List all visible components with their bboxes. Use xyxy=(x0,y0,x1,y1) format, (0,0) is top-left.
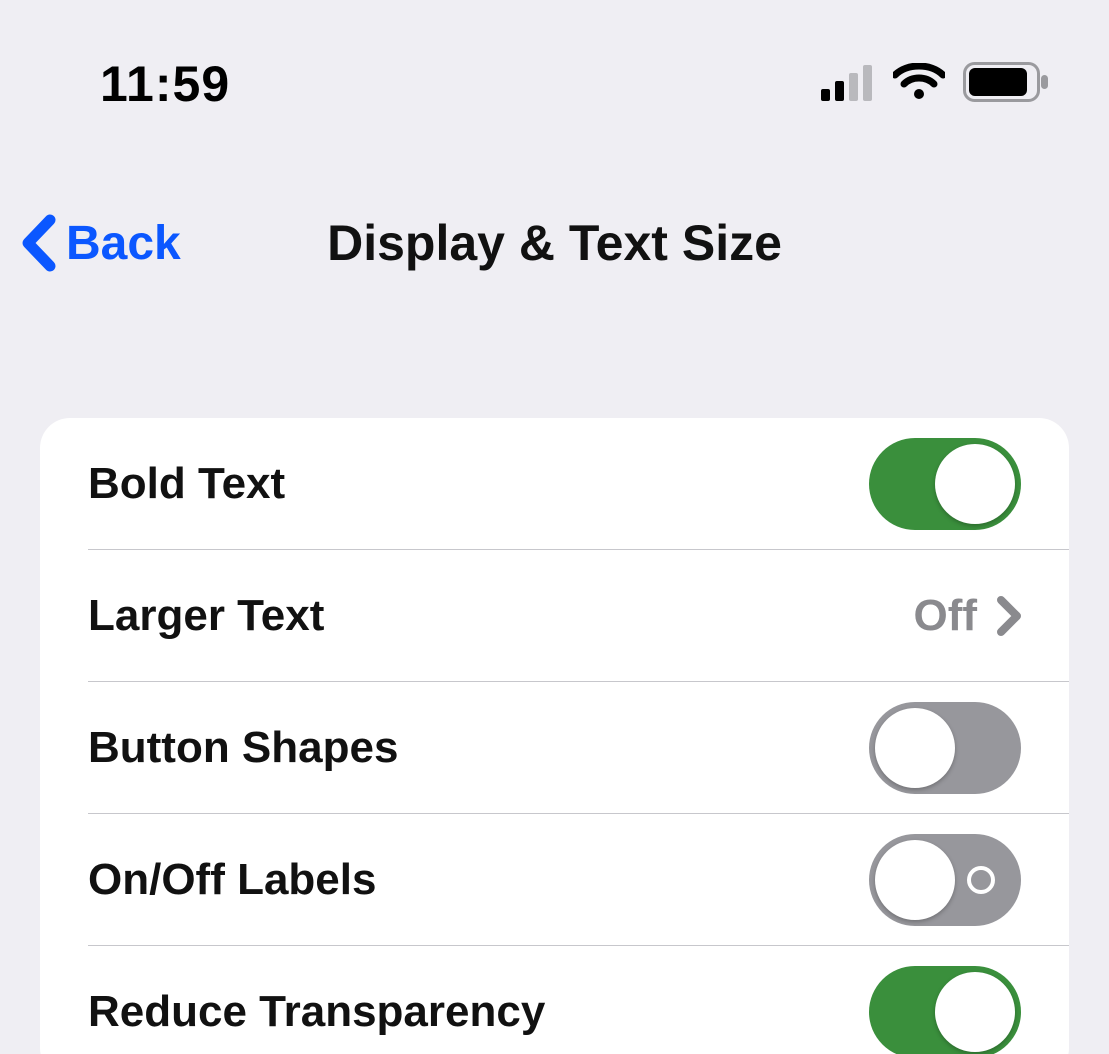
chevron-right-icon xyxy=(997,596,1021,636)
switch-knob xyxy=(875,708,955,788)
row-value: Off xyxy=(913,591,977,641)
row-larger-text[interactable]: Larger Text Off xyxy=(40,550,1069,682)
switch-knob xyxy=(875,840,955,920)
row-bold-text[interactable]: Bold Text xyxy=(40,418,1069,550)
row-label: Button Shapes xyxy=(88,723,398,773)
row-button-shapes[interactable]: Button Shapes xyxy=(40,682,1069,814)
switch-knob xyxy=(935,444,1015,524)
toggle-button-shapes[interactable] xyxy=(869,702,1021,794)
row-reduce-transparency[interactable]: Reduce Transparency xyxy=(40,946,1069,1054)
cellular-icon xyxy=(821,63,875,106)
nav-bar: Back Display & Text Size xyxy=(0,198,1109,288)
back-label: Back xyxy=(66,216,181,271)
toggle-on-off-labels[interactable] xyxy=(869,834,1021,926)
chevron-left-icon xyxy=(20,214,56,272)
toggle-reduce-transparency[interactable] xyxy=(869,966,1021,1054)
status-time: 11:59 xyxy=(100,55,230,113)
status-bar: 11:59 xyxy=(0,0,1109,113)
row-label: Bold Text xyxy=(88,459,285,509)
row-on-off-labels[interactable]: On/Off Labels xyxy=(40,814,1069,946)
wifi-icon xyxy=(893,63,945,106)
settings-group: Bold Text Larger Text Off Button Shapes … xyxy=(40,418,1069,1054)
toggle-bold-text[interactable] xyxy=(869,438,1021,530)
row-label: Reduce Transparency xyxy=(88,987,545,1037)
switch-knob xyxy=(935,972,1015,1052)
row-right: Off xyxy=(913,591,1021,641)
row-label: On/Off Labels xyxy=(88,855,376,905)
status-icons xyxy=(821,62,1049,107)
page-title: Display & Text Size xyxy=(327,214,782,272)
row-label: Larger Text xyxy=(88,591,324,641)
switch-ring-icon xyxy=(967,866,995,894)
back-button[interactable]: Back xyxy=(20,214,181,272)
battery-icon xyxy=(963,62,1049,107)
